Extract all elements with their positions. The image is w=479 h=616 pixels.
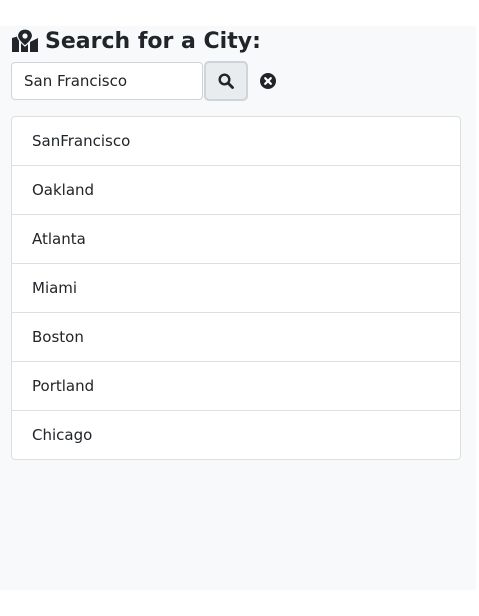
- list-item[interactable]: SanFrancisco: [12, 117, 460, 165]
- page-title: Search for a City:: [11, 26, 261, 56]
- list-item[interactable]: Portland: [12, 361, 460, 410]
- list-item[interactable]: Oakland: [12, 165, 460, 214]
- list-item[interactable]: Miami: [12, 263, 460, 312]
- page-title-text: Search for a City:: [45, 28, 261, 54]
- search-icon: [218, 73, 234, 89]
- city-search-input[interactable]: [11, 62, 203, 100]
- search-bar: [11, 61, 277, 101]
- list-item[interactable]: Chicago: [12, 410, 460, 459]
- map-marked-icon: [11, 29, 39, 53]
- search-button[interactable]: [204, 61, 248, 101]
- list-item[interactable]: Atlanta: [12, 214, 460, 263]
- clear-search-button[interactable]: [259, 72, 277, 90]
- city-list: SanFrancisco Oakland Atlanta Miami Bosto…: [11, 116, 461, 460]
- list-item[interactable]: Boston: [12, 312, 460, 361]
- times-circle-icon: [260, 73, 276, 89]
